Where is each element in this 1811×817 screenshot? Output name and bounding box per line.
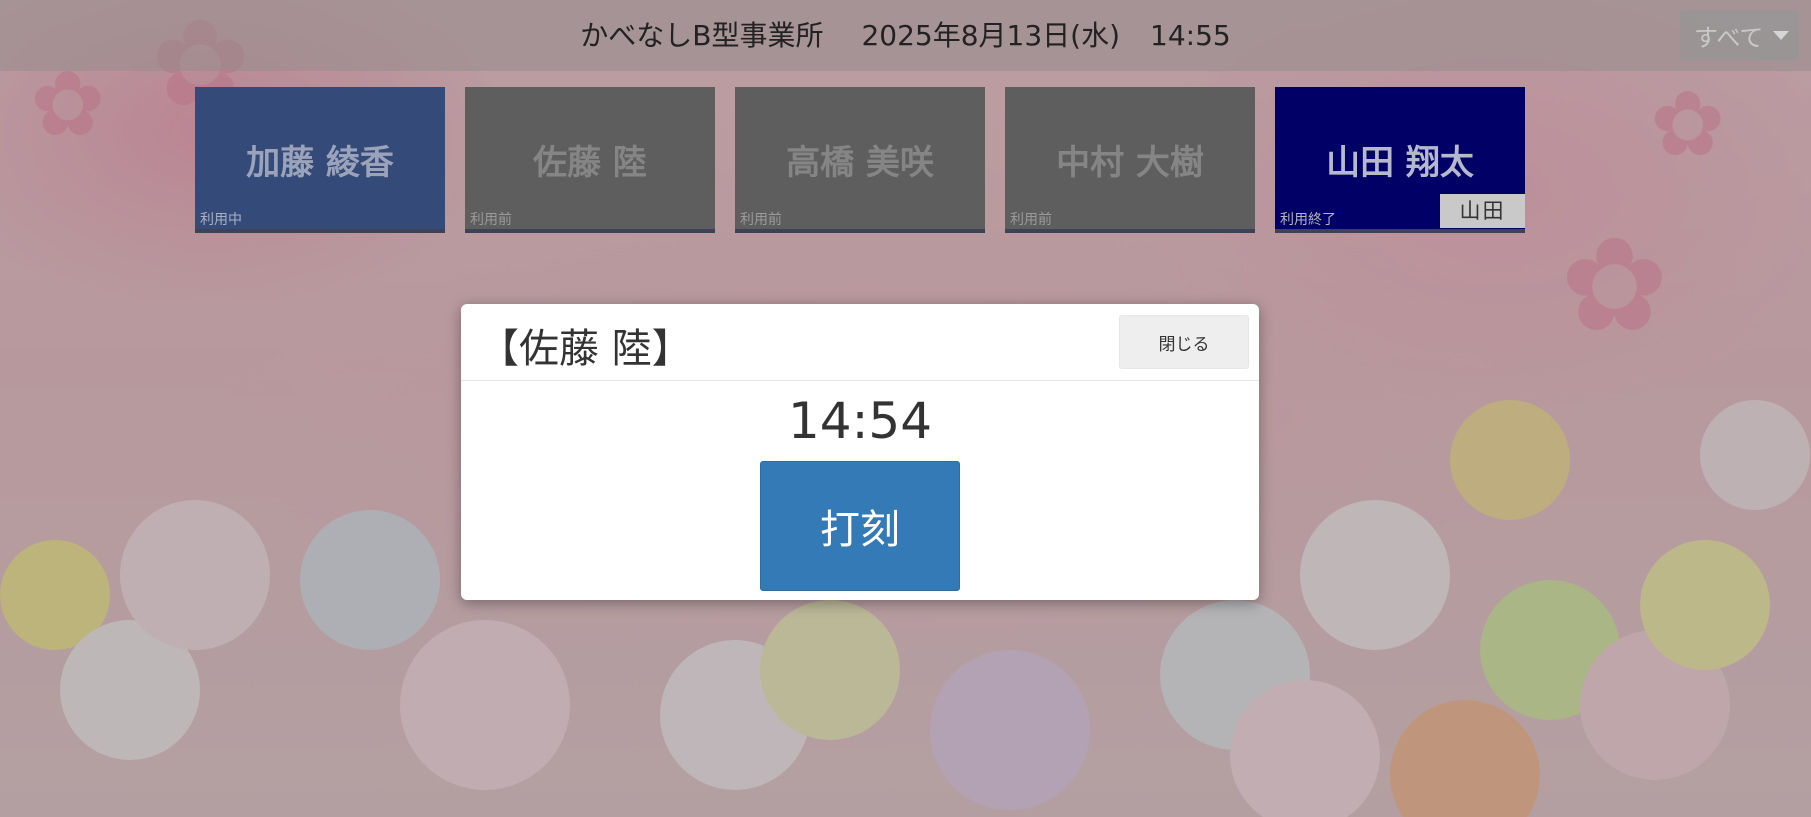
current-time: 14:55 (1150, 19, 1231, 52)
user-status: 利用前 (740, 212, 782, 228)
user-status: 利用前 (1010, 212, 1052, 228)
user-name: 加藤 綾香 (246, 143, 394, 183)
chevron-down-icon (1773, 30, 1790, 40)
user-status: 利用中 (200, 212, 242, 228)
dialog-header: 【佐藤 陸】 閉じる (461, 304, 1259, 381)
user-name: 中村 大樹 (1056, 143, 1204, 183)
facility-name: かべなしB型事業所 (580, 19, 824, 52)
user-tile[interactable]: 高橋 美咲 利用前 (735, 87, 985, 233)
top-bar: かべなしB型事業所 2025年8月13日(水) 14:55 すべて (0, 0, 1811, 71)
filter-dropdown[interactable]: すべて (1680, 10, 1799, 60)
user-tile[interactable]: 中村 大樹 利用前 (1005, 87, 1255, 233)
user-tile[interactable]: 加藤 綾香 利用中 (195, 87, 445, 233)
user-tile[interactable]: 佐藤 陸 利用前 (465, 87, 715, 233)
header-title: かべなしB型事業所 2025年8月13日(水) 14:55 (0, 14, 1811, 54)
user-tile[interactable]: 山田 翔太 利用終了 山田 (1275, 87, 1525, 233)
user-status: 利用前 (470, 212, 512, 228)
stamp-dialog: 【佐藤 陸】 閉じる 14:54 打刻 (461, 304, 1259, 600)
user-name: 佐藤 陸 (533, 143, 647, 183)
current-date: 2025年8月13日(水) (861, 19, 1121, 52)
dialog-title: 【佐藤 陸】 (479, 326, 692, 372)
stamp-button[interactable]: 打刻 (760, 461, 960, 591)
user-name: 山田 翔太 (1326, 143, 1474, 183)
dialog-time: 14:54 (787, 392, 933, 450)
user-tag: 山田 (1440, 194, 1525, 228)
user-name: 高橋 美咲 (786, 143, 934, 183)
close-button[interactable]: 閉じる (1119, 315, 1249, 369)
filter-label: すべて (1694, 23, 1764, 52)
user-status: 利用終了 (1280, 212, 1336, 228)
